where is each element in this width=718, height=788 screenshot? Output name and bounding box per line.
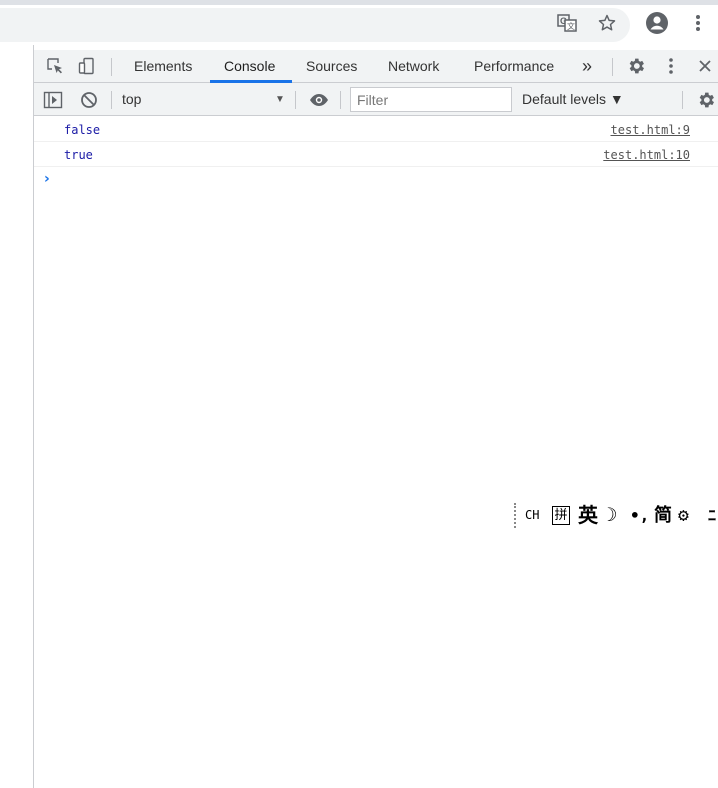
- ime-punctuation-toggle[interactable]: •,: [630, 502, 649, 529]
- svg-text:文: 文: [567, 21, 575, 31]
- console-prompt[interactable]: ›: [34, 167, 718, 191]
- console-message-text: false: [64, 123, 101, 137]
- ime-simplified-toggle[interactable]: 简: [654, 502, 672, 529]
- tab-elements[interactable]: Elements: [134, 50, 192, 82]
- address-bar[interactable]: [0, 8, 630, 42]
- ime-toolbar: CH 拼 英 ☽ •, 简 ⚙ ﾆ: [510, 502, 718, 529]
- log-levels-dropdown[interactable]: Default levels ▼: [522, 83, 624, 116]
- tab-network[interactable]: Network: [388, 50, 439, 82]
- toolbar-divider: [612, 58, 613, 76]
- prompt-chevron-icon: ›: [44, 171, 50, 187]
- console-message-text: true: [64, 148, 93, 162]
- ime-pinyin-label: 拼: [552, 506, 570, 525]
- source-link[interactable]: test.html:9: [611, 123, 690, 137]
- device-toolbar-icon[interactable]: [76, 50, 98, 82]
- account-circle-icon[interactable]: [645, 11, 669, 35]
- devtools-tabbar: Elements Console Sources Network Perform…: [34, 50, 718, 83]
- source-link[interactable]: test.html:10: [603, 148, 690, 162]
- toolbar-divider: [295, 91, 296, 109]
- ime-settings-icon[interactable]: ⚙: [678, 502, 689, 529]
- ime-pinyin-button[interactable]: 拼: [551, 502, 571, 529]
- tab-sources[interactable]: Sources: [306, 50, 357, 82]
- star-icon[interactable]: [597, 13, 617, 33]
- devtools-panel: Elements Console Sources Network Perform…: [34, 45, 718, 788]
- chevron-down-icon[interactable]: ▼: [275, 83, 285, 116]
- inspect-element-icon[interactable]: [44, 50, 66, 82]
- eye-icon[interactable]: [307, 83, 331, 116]
- show-sidebar-icon[interactable]: [42, 83, 64, 116]
- console-messages: false test.html:9 true test.html:10 ›: [34, 117, 718, 191]
- console-message: false test.html:9: [34, 117, 718, 142]
- ime-more-icon[interactable]: ﾆ: [708, 502, 716, 529]
- console-toolbar: top ▼ Default levels ▼: [34, 83, 718, 116]
- filter-input[interactable]: [350, 87, 512, 112]
- ime-language-toggle[interactable]: 英: [578, 502, 598, 529]
- tab-performance[interactable]: Performance: [474, 50, 554, 82]
- translate-icon[interactable]: G 文: [557, 13, 577, 33]
- close-icon[interactable]: [694, 50, 716, 82]
- console-message: true test.html:10: [34, 142, 718, 167]
- more-vert-icon[interactable]: [688, 13, 708, 33]
- drag-handle[interactable]: [514, 503, 516, 528]
- toolbar-divider: [682, 91, 683, 109]
- ime-mode[interactable]: CH: [525, 502, 539, 529]
- toolbar-divider: [111, 91, 112, 109]
- page-viewport: [0, 45, 34, 788]
- more-options-icon[interactable]: [660, 50, 682, 82]
- tab-console[interactable]: Console: [224, 50, 275, 82]
- moon-icon[interactable]: ☽: [606, 502, 617, 529]
- js-context-select[interactable]: top: [122, 83, 141, 116]
- toolbar-divider: [111, 58, 112, 76]
- settings-gear-icon[interactable]: [625, 50, 647, 82]
- more-tabs-button[interactable]: »: [582, 50, 592, 82]
- console-settings-gear-icon[interactable]: [694, 83, 718, 116]
- browser-toolbar: G 文: [0, 5, 718, 45]
- toolbar-divider: [340, 91, 341, 109]
- clear-console-icon[interactable]: [78, 83, 100, 116]
